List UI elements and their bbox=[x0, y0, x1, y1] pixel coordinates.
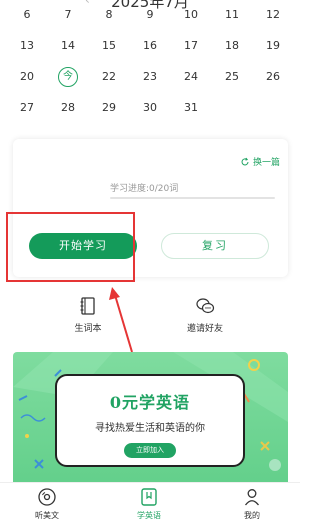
calendar-day[interactable]: 20 bbox=[12, 67, 42, 87]
calendar-day[interactable]: 7 bbox=[53, 5, 83, 25]
progress-label: 学习进度:0/20词 bbox=[110, 184, 179, 194]
calendar-day[interactable]: 14 bbox=[53, 36, 83, 56]
bottom-tab-bar: 听美文 学英语 我的 bbox=[0, 482, 300, 524]
calendar-day[interactable]: 26 bbox=[258, 67, 288, 87]
calendar-day[interactable]: 16 bbox=[135, 36, 165, 56]
calendar-day[interactable]: 6 bbox=[12, 5, 42, 25]
switch-article-button[interactable]: 换一篇 bbox=[240, 155, 280, 168]
calendar-day[interactable]: 17 bbox=[176, 36, 206, 56]
calendar-day[interactable]: 27 bbox=[12, 98, 42, 118]
tab-listen-articles[interactable]: 听美文 bbox=[17, 487, 77, 521]
calendar-day[interactable]: 10 bbox=[176, 5, 206, 25]
promo-title: 0元学英语 bbox=[109, 393, 191, 412]
calendar-day[interactable]: 29 bbox=[94, 98, 124, 118]
book-icon bbox=[141, 488, 157, 506]
calendar-day[interactable]: 28 bbox=[53, 98, 83, 118]
notebook-icon bbox=[80, 297, 95, 315]
calendar-day[interactable]: 13 bbox=[12, 36, 42, 56]
highlight-box bbox=[6, 212, 135, 282]
promo-bubble: 0元学英语 寻找热爱生活和英语的你 立即加入 bbox=[55, 374, 245, 467]
tab-label: 学英语 bbox=[137, 511, 161, 520]
user-icon bbox=[244, 489, 260, 506]
review-button[interactable]: 复习 bbox=[161, 233, 269, 259]
join-now-button[interactable]: 立即加入 bbox=[124, 443, 176, 458]
calendar-day[interactable]: 19 bbox=[258, 36, 288, 56]
calendar-day[interactable]: 24 bbox=[176, 67, 206, 87]
vocab-book-action[interactable]: 生词本 bbox=[58, 296, 118, 334]
progress-bar bbox=[110, 197, 275, 199]
tab-mine[interactable]: 我的 bbox=[222, 487, 282, 521]
chat-bubbles-icon bbox=[196, 298, 215, 314]
calendar-week-row: 27 28 29 30 31 bbox=[0, 98, 300, 118]
calendar-day[interactable]: 23 bbox=[135, 67, 165, 87]
calendar-day[interactable]: 11 bbox=[217, 5, 247, 25]
calendar-week-row: 6 7 8 9 10 11 12 bbox=[0, 5, 300, 25]
invite-friends-action[interactable]: 邀请好友 bbox=[175, 296, 235, 334]
tab-label: 听美文 bbox=[35, 511, 59, 520]
calendar-day[interactable]: 18 bbox=[217, 36, 247, 56]
calendar-day[interactable]: 30 bbox=[135, 98, 165, 118]
vocab-book-label: 生词本 bbox=[74, 324, 102, 334]
calendar-day[interactable]: 25 bbox=[217, 67, 247, 87]
refresh-icon bbox=[241, 157, 249, 165]
invite-friends-label: 邀请好友 bbox=[186, 324, 223, 334]
calendar-day[interactable]: 31 bbox=[176, 98, 206, 118]
calendar-day[interactable]: 12 bbox=[258, 5, 288, 25]
calendar-week-row: 13 14 15 16 17 18 19 bbox=[0, 36, 300, 56]
calendar-day[interactable]: 9 bbox=[135, 5, 165, 25]
switch-article-label: 换一篇 bbox=[252, 158, 280, 168]
record-icon bbox=[38, 488, 56, 506]
calendar-day[interactable]: 8 bbox=[94, 5, 124, 25]
tab-label: 我的 bbox=[244, 511, 260, 520]
promo-subtitle: 寻找热爱生活和英语的你 bbox=[95, 423, 205, 434]
tab-learn-english[interactable]: 学英语 bbox=[119, 487, 179, 521]
calendar-day[interactable]: 15 bbox=[94, 36, 124, 56]
calendar-day[interactable]: 22 bbox=[94, 67, 124, 87]
calendar-today[interactable]: 今 bbox=[58, 67, 78, 87]
calendar-week-row: 20 今 22 23 24 25 26 bbox=[0, 67, 300, 87]
